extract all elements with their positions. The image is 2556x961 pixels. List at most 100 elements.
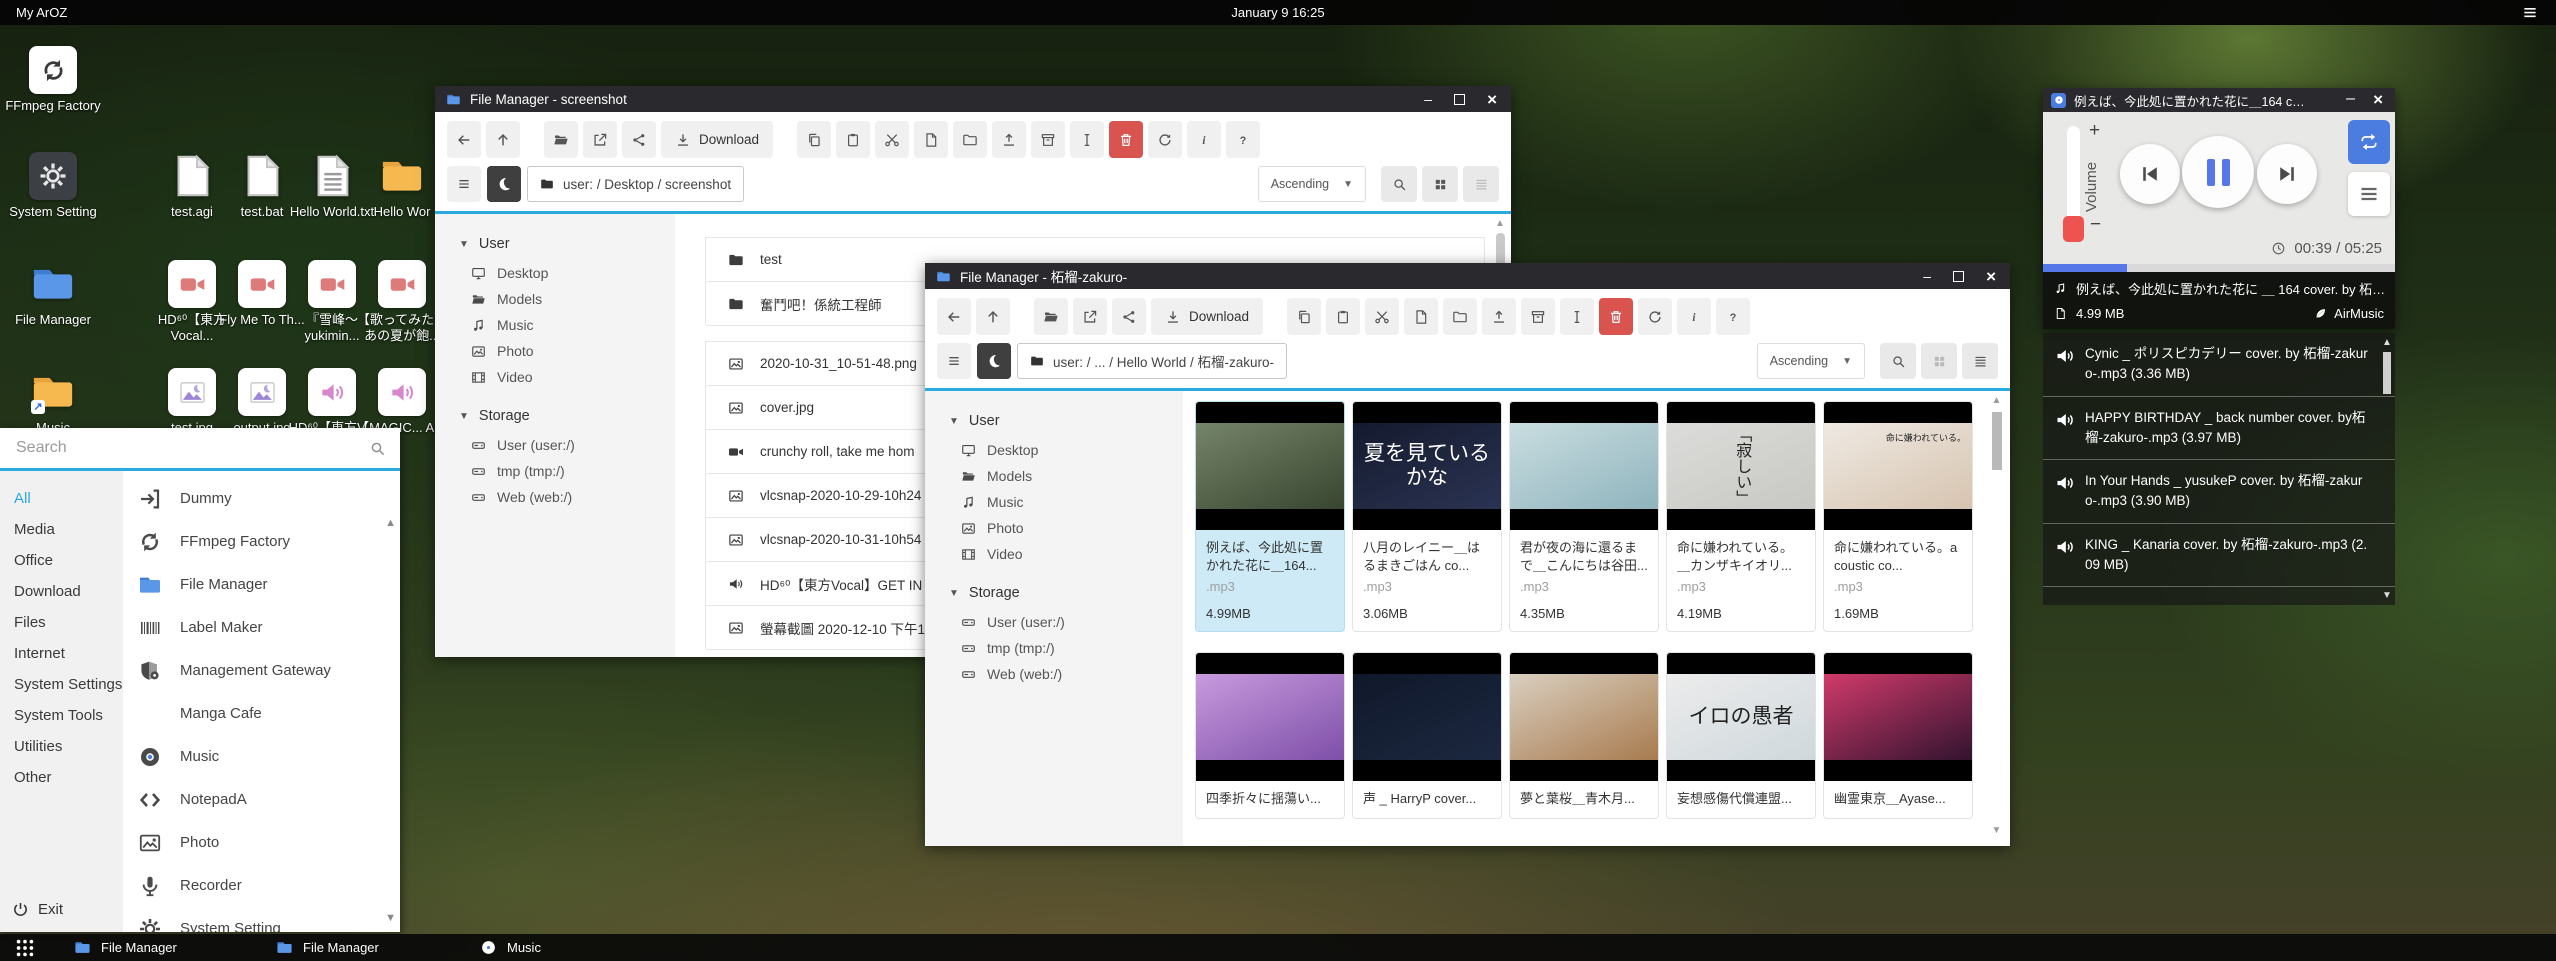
toolbar2-new-file[interactable]: [1404, 298, 1438, 335]
toolbar-up[interactable]: [486, 121, 520, 158]
toolbar2-share[interactable]: [1112, 298, 1146, 335]
list-menu-button[interactable]: [937, 343, 971, 379]
volume-down-button[interactable]: −: [2090, 214, 2101, 236]
close-button[interactable]: ×: [1986, 268, 1996, 285]
minimize-button[interactable]: –: [1923, 269, 1931, 283]
desktop-icon-2[interactable]: File Manager: [5, 260, 101, 328]
maximize-button[interactable]: [1953, 271, 1964, 282]
toolbar2-back[interactable]: [937, 298, 971, 335]
app-7[interactable]: NotepadA: [123, 778, 400, 821]
app-launcher-button[interactable]: [14, 937, 36, 959]
scroll-down-icon[interactable]: ▼: [1989, 825, 2004, 836]
tile-3[interactable]: 「寂しい」 命に嫌われている。＿カンザキイオリ... .mp3 4.19MB: [1666, 401, 1816, 632]
sidebar-storage-0[interactable]: User (user:/): [459, 432, 675, 458]
playlist-item-2[interactable]: In Your Hands _ yusukeP cover. by 柘榴-zak…: [2043, 460, 2395, 524]
app-10[interactable]: System Setting: [123, 907, 400, 932]
menu-icon[interactable]: [2520, 5, 2540, 20]
sidebar-group-user[interactable]: ▼ User: [459, 236, 675, 252]
toolbar-delete[interactable]: [1109, 121, 1143, 158]
maximize-button[interactable]: [1454, 94, 1465, 105]
toolbar2-copy[interactable]: [1287, 298, 1321, 335]
tile-row2-0[interactable]: 四季折々に揺蕩い...: [1195, 652, 1345, 819]
category-9[interactable]: Other: [0, 762, 123, 793]
playlist-item-0[interactable]: Cynic _ ポリスピカデリー cover. by 柘榴-zakuro-.mp…: [2043, 333, 2395, 397]
category-2[interactable]: Office: [0, 545, 123, 576]
toolbar-cut[interactable]: [875, 121, 909, 158]
next-track-button[interactable]: [2257, 144, 2317, 204]
scrollbar-thumb[interactable]: [1992, 412, 2002, 470]
minimize-button[interactable]: –: [2346, 90, 2355, 110]
taskbar-item-2[interactable]: Music: [470, 934, 551, 961]
list-view-button[interactable]: [1962, 343, 1998, 379]
player-titlebar[interactable]: 例えば、今此処に置かれた花に＿164 c… – ×: [2043, 88, 2395, 112]
sidebar-group-user[interactable]: ▼ User: [949, 413, 1183, 429]
sidebar2-item-1[interactable]: Models: [949, 463, 1183, 489]
category-0[interactable]: All: [0, 483, 123, 514]
list-view-button[interactable]: [1463, 166, 1499, 202]
app-0[interactable]: Dummy: [123, 477, 400, 520]
playlist-button[interactable]: [2348, 172, 2390, 216]
pause-button[interactable]: [2182, 136, 2254, 208]
toolbar2-help[interactable]: [1716, 298, 1750, 335]
sidebar-item-1[interactable]: Models: [459, 286, 675, 312]
toolbar2-up[interactable]: [976, 298, 1010, 335]
toolbar2-info[interactable]: [1677, 298, 1711, 335]
playlist-item-1[interactable]: HAPPY BIRTHDAY _ back number cover. by柘榴…: [2043, 397, 2395, 461]
window-titlebar[interactable]: File Manager - screenshot – ×: [435, 86, 1511, 112]
window-titlebar[interactable]: File Manager - 柘榴-zakuro- – ×: [925, 263, 2010, 289]
sidebar-item-2[interactable]: Music: [459, 312, 675, 338]
category-4[interactable]: Files: [0, 607, 123, 638]
grid-view-button[interactable]: [1921, 343, 1957, 379]
desktop-icon-1[interactable]: System Setting: [5, 152, 101, 220]
toolbar-rename[interactable]: [1070, 121, 1104, 158]
scrollbar-thumb[interactable]: [2383, 352, 2391, 394]
sidebar-storage-2[interactable]: Web (web:/): [459, 484, 675, 510]
scroll-down-icon[interactable]: ▼: [385, 912, 396, 924]
volume-slider-thumb[interactable]: [2063, 216, 2084, 242]
toolbar-download[interactable]: Download: [661, 121, 773, 158]
scroll-up-icon[interactable]: ▲: [1992, 395, 2002, 406]
minimize-button[interactable]: –: [1424, 92, 1432, 106]
app-6[interactable]: Music: [123, 735, 400, 778]
toolbar2-upload[interactable]: [1482, 298, 1516, 335]
sidebar2-item-4[interactable]: Video: [949, 541, 1183, 567]
app-1[interactable]: FFmpeg Factory: [123, 520, 400, 563]
sort-dropdown[interactable]: Ascending ▼: [1258, 166, 1366, 202]
toolbar2-new-folder[interactable]: [1443, 298, 1477, 335]
toolbar-open[interactable]: [544, 121, 578, 158]
search-input[interactable]: [14, 438, 369, 458]
app-5[interactable]: Manga Cafe: [123, 692, 400, 735]
exit-button[interactable]: Exit: [0, 901, 123, 918]
search-button[interactable]: [1880, 343, 1916, 379]
tile-row2-3[interactable]: イロの愚者 妄想感傷代償連盟...: [1666, 652, 1816, 819]
toolbar-paste[interactable]: [836, 121, 870, 158]
toolbar-share[interactable]: [622, 121, 656, 158]
scroll-down-icon[interactable]: ▼: [2381, 590, 2393, 601]
sort-dropdown[interactable]: Ascending ▼: [1757, 343, 1865, 379]
grid-view-button[interactable]: [1422, 166, 1458, 202]
toolbar2-cut[interactable]: [1365, 298, 1399, 335]
tile-4[interactable]: 命に嫌われている。 命に嫌われている。acoustic co... .mp3 1…: [1823, 401, 1973, 632]
toolbar-back[interactable]: [447, 121, 481, 158]
sidebar-item-3[interactable]: Photo: [459, 338, 675, 364]
toolbar2-paste[interactable]: [1326, 298, 1360, 335]
tile-row2-2[interactable]: 夢と葉桜＿青木月...: [1509, 652, 1659, 819]
app-3[interactable]: Label Maker: [123, 606, 400, 649]
toolbar-new-file[interactable]: [914, 121, 948, 158]
sidebar-item-4[interactable]: Video: [459, 364, 675, 390]
toolbar-new-folder[interactable]: [953, 121, 987, 158]
close-button[interactable]: ×: [2373, 90, 2383, 110]
sidebar-storage-1[interactable]: tmp (tmp:/): [459, 458, 675, 484]
toolbar-archive[interactable]: [1031, 121, 1065, 158]
sidebar-item-0[interactable]: Desktop: [459, 260, 675, 286]
toolbar-open-in-new[interactable]: [583, 121, 617, 158]
category-5[interactable]: Internet: [0, 638, 123, 669]
toolbar2-refresh[interactable]: [1638, 298, 1672, 335]
scroll-up-icon[interactable]: ▲: [2382, 337, 2392, 348]
toolbar2-rename[interactable]: [1560, 298, 1594, 335]
desktop-icon-0[interactable]: FFmpeg Factory: [5, 46, 101, 114]
previous-track-button[interactable]: [2120, 144, 2180, 204]
sidebar2-storage-2[interactable]: Web (web:/): [949, 661, 1183, 687]
sidebar-group-storage[interactable]: ▼ Storage: [459, 408, 675, 424]
toolbar2-archive[interactable]: [1521, 298, 1555, 335]
